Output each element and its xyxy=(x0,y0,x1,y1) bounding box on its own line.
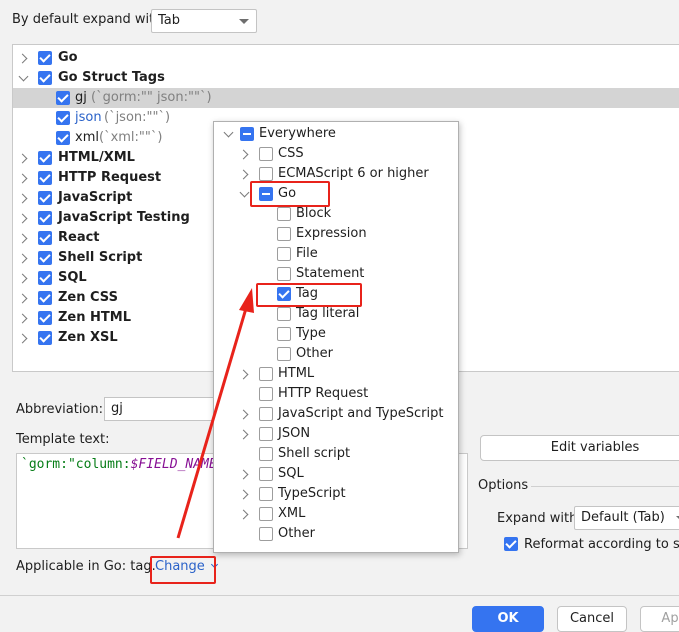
arrow-head xyxy=(239,288,254,313)
annotation-arrow xyxy=(176,288,254,539)
arrow-line xyxy=(176,304,249,539)
